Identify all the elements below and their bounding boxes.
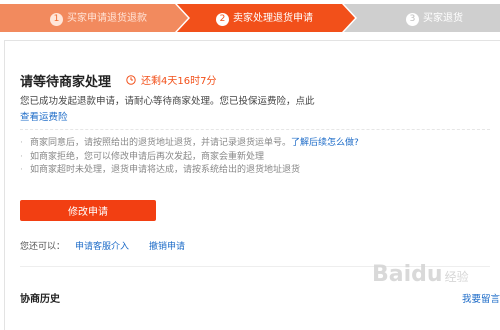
cancel-request-link[interactable]: 撤销申请	[149, 239, 185, 252]
watermark-brand: Baidu	[372, 262, 443, 287]
section-divider	[20, 129, 490, 130]
modify-request-button[interactable]: 修改申请	[20, 200, 156, 221]
leave-message-link[interactable]: 我要留言	[462, 291, 500, 305]
bullet-icon: ·	[20, 138, 23, 148]
tips-list: · 商家同意后，请按照给出的退货地址退货，并请记录退货运单号。 了解后续怎么做?…	[20, 137, 500, 178]
negotiation-history-title: 协商历史	[20, 294, 60, 305]
bullet-icon: ·	[20, 165, 23, 175]
bullet-icon: ·	[20, 151, 23, 162]
more-actions-label: 您还可以：	[20, 242, 66, 252]
step-2-label: 卖家处理退货申请	[233, 13, 313, 24]
request-customer-service-link[interactable]: 申请客服介入	[75, 239, 129, 252]
tip-2-text: 如商家拒绝，您可以修改申请后再次发起，商家会重新处理	[30, 151, 265, 162]
progress-steps: 1 买家申请退货退款 2 卖家处理退货申请 3 买家退货	[0, 0, 500, 36]
more-actions: 您还可以： 申请客服介入 撤销申请	[20, 239, 185, 252]
countdown-timer: 还剩4天16时7分	[126, 72, 216, 87]
tip-1-text: 商家同意后，请按照给出的退货地址退货，并请记录退货运单号。	[30, 138, 292, 148]
clock-icon	[126, 74, 136, 85]
tip-item: · 商家同意后，请按照给出的退货地址退货，并请记录退货运单号。 了解后续怎么做?	[20, 137, 500, 151]
step-2: 2 卖家处理退货申请	[216, 11, 313, 27]
step-1: 1 买家申请退货退款	[50, 11, 147, 27]
step-3-number: 3	[406, 12, 419, 26]
step-3: 3 买家退货	[406, 11, 463, 27]
step-1-label: 买家申请退货退款	[67, 13, 147, 24]
tip-3-text: 如商家超时未处理，退货申请将达成，请按系统给出的退货地址退货	[30, 165, 301, 175]
baidu-watermark: Baidu 经验	[372, 262, 469, 287]
step-1-number: 1	[50, 12, 63, 26]
tip-item: · 如商家超时未处理，退货申请将达成，请按系统给出的退货地址退货	[20, 164, 500, 178]
watermark-sub: 经验	[444, 270, 469, 284]
step-2-number: 2	[216, 12, 229, 26]
status-title: 请等待商家处理	[20, 75, 112, 90]
countdown-text: 还剩4天16时7分	[141, 76, 217, 87]
tip-item: · 如商家拒绝，您可以修改申请后再次发起，商家会重新处理	[20, 151, 500, 165]
step-3-label: 买家退货	[423, 13, 463, 24]
status-description: 您已成功发起退款申请，请耐心等待商家处理。您已投保运费险，点此	[20, 96, 315, 107]
learn-next-steps-link[interactable]: 了解后续怎么做?	[291, 137, 359, 151]
view-shipping-insurance-link[interactable]: 查看运费险	[20, 109, 68, 123]
